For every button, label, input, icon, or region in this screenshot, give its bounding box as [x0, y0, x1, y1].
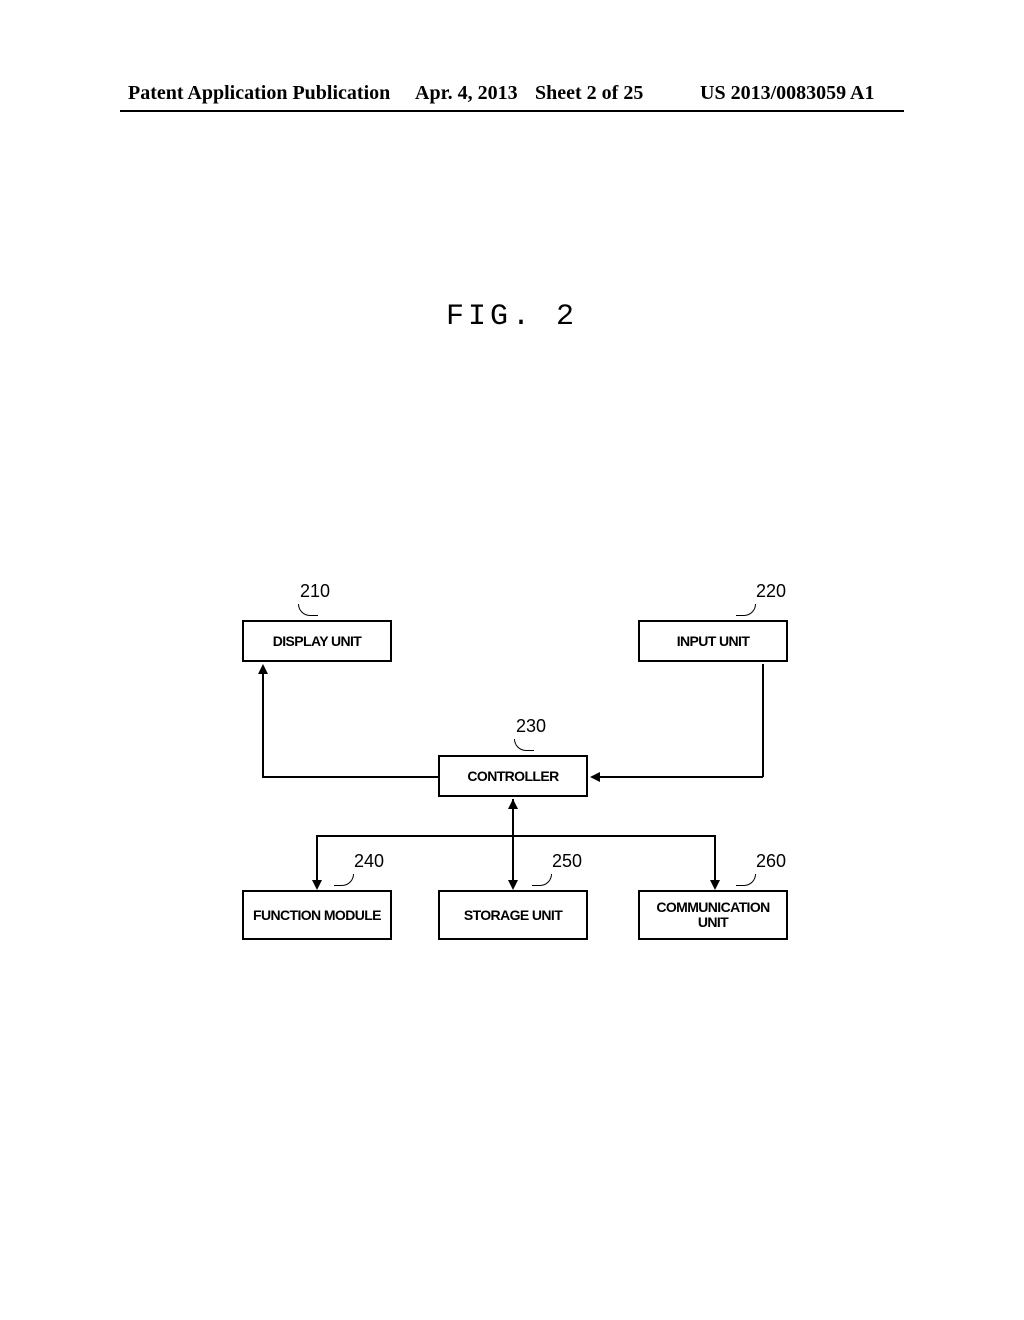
conn-input-ctrl-v [762, 664, 764, 777]
conn-ctrl-function-v [316, 835, 318, 881]
arrow-ctrl-to-function [312, 880, 322, 890]
arrow-ctrl-to-storage [508, 880, 518, 890]
leader-250 [532, 874, 552, 886]
block-function-module: FUNCTION MODULE [242, 890, 392, 940]
conn-ctrl-display-v [262, 672, 264, 777]
block-diagram: DISPLAY UNIT INPUT UNIT CONTROLLER FUNCT… [218, 580, 810, 980]
block-controller: CONTROLLER [438, 755, 588, 797]
ref-260: 260 [756, 851, 786, 872]
header-sheet: Sheet 2 of 25 [535, 82, 643, 105]
ref-250: 250 [552, 851, 582, 872]
conn-ctrl-comm-v [714, 835, 716, 881]
ref-230: 230 [516, 716, 546, 737]
leader-220 [736, 604, 756, 616]
conn-bus-h [316, 835, 716, 837]
ref-210: 210 [300, 581, 330, 602]
block-input-unit: INPUT UNIT [638, 620, 788, 662]
leader-260 [736, 874, 756, 886]
header-rule [120, 110, 904, 112]
header-date: Apr. 4, 2013 [415, 82, 518, 105]
arrow-ctrl-to-comm [710, 880, 720, 890]
arrow-into-display [258, 664, 268, 674]
block-display-unit: DISPLAY UNIT [242, 620, 392, 662]
leader-210 [298, 604, 318, 616]
conn-input-ctrl-h [598, 776, 763, 778]
conn-ctrl-display-h [262, 776, 438, 778]
ref-220: 220 [756, 581, 786, 602]
conn-ctrl-storage-v [512, 799, 514, 881]
arrow-storage-to-ctrl [508, 799, 518, 809]
block-communication-unit: COMMUNICATION UNIT [638, 890, 788, 940]
arrow-into-controller-from-input [590, 772, 600, 782]
figure-label: FIG. 2 [0, 300, 1024, 334]
ref-240: 240 [354, 851, 384, 872]
patent-page: Patent Application Publication Apr. 4, 2… [0, 0, 1024, 1320]
header-docno: US 2013/0083059 A1 [700, 82, 874, 105]
leader-230 [514, 739, 534, 751]
leader-240 [334, 874, 354, 886]
header-publication: Patent Application Publication [128, 82, 390, 105]
block-storage-unit: STORAGE UNIT [438, 890, 588, 940]
